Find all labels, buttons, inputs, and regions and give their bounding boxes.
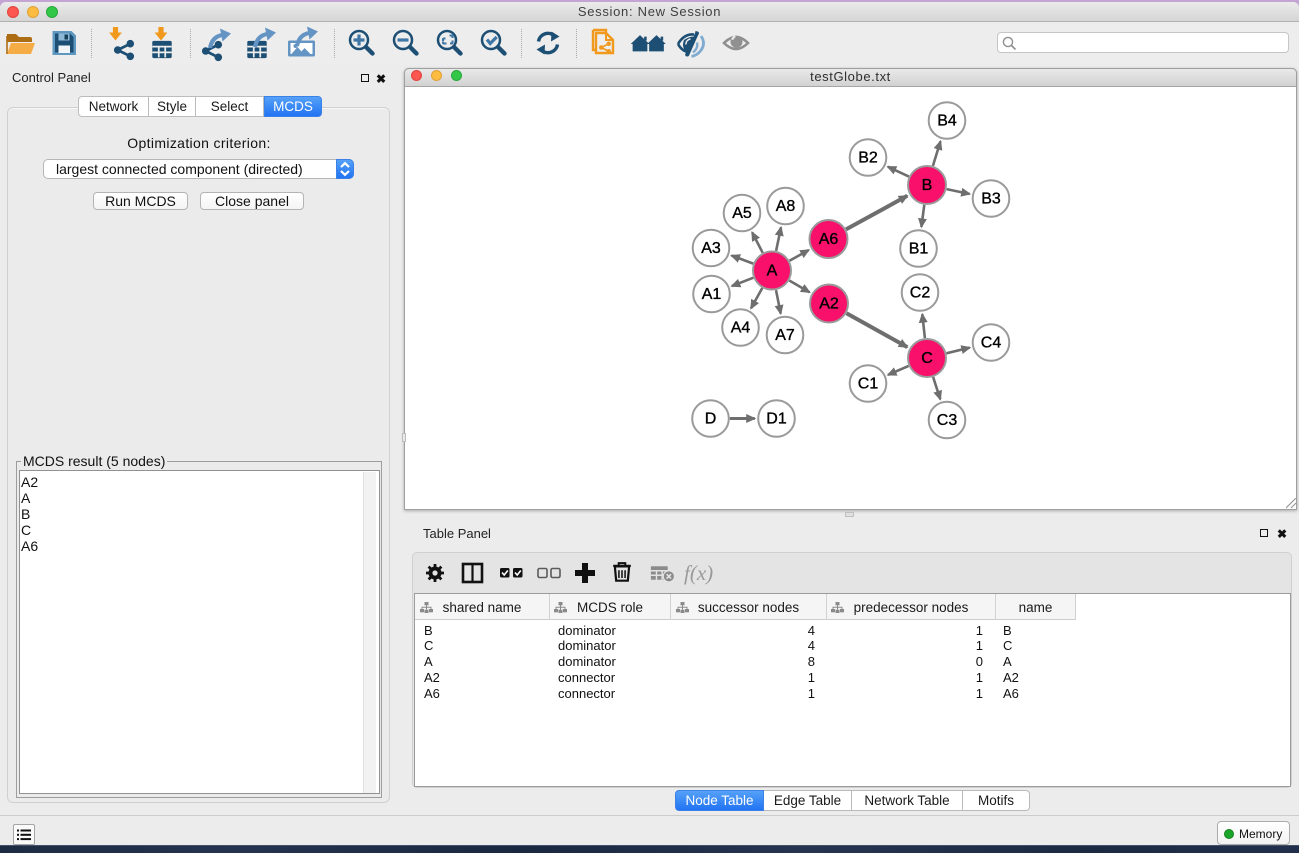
svg-text:D: D — [705, 411, 717, 428]
svg-text:A: A — [767, 263, 778, 280]
svg-text:B4: B4 — [937, 113, 957, 130]
svg-text:A8: A8 — [776, 198, 796, 215]
svg-text:A1: A1 — [702, 286, 722, 303]
svg-text:f(x): f(x) — [684, 561, 713, 585]
svg-text:D1: D1 — [766, 411, 787, 428]
svg-text:C: C — [921, 350, 933, 367]
svg-text:A3: A3 — [701, 240, 721, 257]
svg-text:B1: B1 — [909, 241, 929, 258]
svg-text:C4: C4 — [981, 335, 1002, 352]
svg-text:B2: B2 — [858, 150, 878, 167]
svg-text:C3: C3 — [937, 412, 958, 429]
svg-text:B: B — [922, 177, 933, 194]
svg-text:C2: C2 — [910, 285, 931, 302]
svg-text:A4: A4 — [731, 320, 751, 337]
svg-text:A2: A2 — [819, 296, 839, 313]
svg-text:C1: C1 — [858, 376, 879, 393]
svg-text:A5: A5 — [732, 205, 752, 222]
svg-text:B3: B3 — [981, 191, 1001, 208]
svg-text:A7: A7 — [775, 327, 795, 344]
svg-text:A6: A6 — [819, 231, 839, 248]
